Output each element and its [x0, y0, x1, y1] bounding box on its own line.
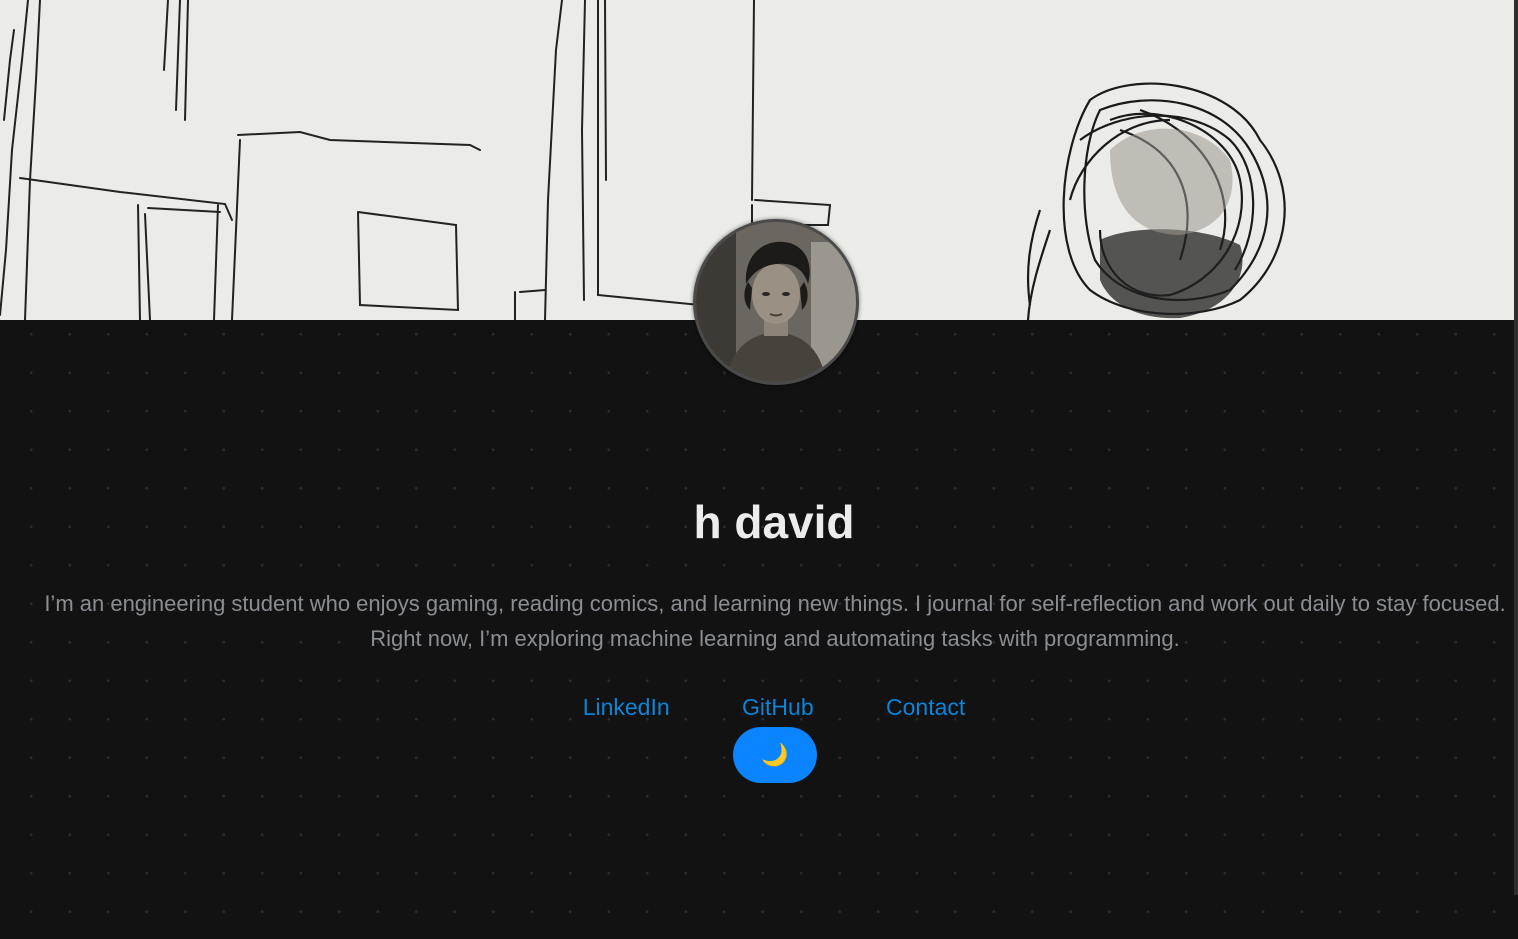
linkedin-link[interactable]: LinkedIn [583, 694, 670, 720]
profile-page: h david I’m an engineering student who e… [0, 0, 1518, 939]
social-links: LinkedIn GitHub Contact [0, 692, 1518, 722]
github-link[interactable]: GitHub [742, 694, 814, 720]
profile-bio: I’m an engineering student who enjoys ga… [44, 591, 1506, 651]
profile-avatar [693, 219, 859, 385]
moon-icon: 🌙 [761, 742, 789, 767]
profile-name: h david [693, 496, 855, 548]
theme-toggle-button[interactable]: 🌙 [733, 727, 817, 783]
contact-link[interactable]: Contact [886, 694, 965, 720]
scrollbar[interactable] [1514, 0, 1518, 895]
